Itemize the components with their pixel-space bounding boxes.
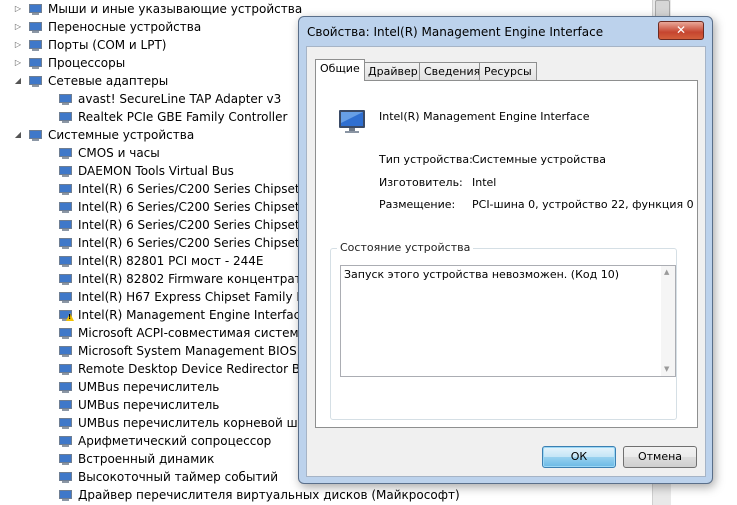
device-icon [59,328,72,339]
tree-item-label: Порты (COM и LPT) [48,38,167,52]
device-icon [59,436,72,447]
device-icon [59,346,72,357]
tab-general[interactable]: Общие [315,59,365,81]
field-manufacturer-label: Изготовитель: [379,176,463,189]
tab-resources[interactable]: Ресурсы [479,62,537,81]
device-name: Intel(R) Management Engine Interface [379,110,590,123]
device-icon [59,166,72,177]
tree-item-label: Переносные устройства [48,20,202,34]
device-status-textbox[interactable]: Запуск этого устройства невозможен. (Код… [340,265,676,377]
device-icon [59,202,72,213]
tree-item-label: UMBus перечислитель [78,398,220,412]
device-icon [59,400,72,411]
device-status-title: Состояние устройства [337,241,474,254]
device-status-text: Запуск этого устройства невозможен. (Код… [344,268,619,281]
device-icon [59,238,72,249]
expand-arrow-icon[interactable]: ▷ [14,40,22,49]
tree-item-label: Microsoft ACPI-совместимая система [78,326,306,340]
tree-item-label: Встроенный динамик [78,452,215,466]
collapse-arrow-icon[interactable]: ◢ [14,130,22,139]
tree-item-label: UMBus перечислитель корневой шины [78,416,323,430]
device-icon [59,418,72,429]
tree-item-label: Процессоры [48,56,126,70]
tree-item-label: DAEMON Tools Virtual Bus [78,164,234,178]
device-icon [59,220,72,231]
dialog-title: Свойства: Intel(R) Management Engine Int… [307,25,604,39]
expand-arrow-icon[interactable]: ▷ [14,22,22,31]
dialog-titlebar[interactable]: Свойства: Intel(R) Management Engine Int… [299,17,712,47]
tree-item-label: Мыши и иные указывающие устройства [48,2,303,16]
collapse-arrow-icon[interactable]: ◢ [14,76,22,85]
category-icon [29,58,42,69]
monitor-icon [339,110,365,133]
device-icon [59,274,72,285]
tree-item-label: Intel(R) 82801 PCI мост - 244E [78,254,264,268]
device-icon [59,148,72,159]
device-icon [59,292,72,303]
properties-dialog: Свойства: Intel(R) Management Engine Int… [298,16,713,484]
tree-item-label: Intel(R) Management Engine Interface [78,308,308,322]
cancel-button[interactable]: Отмена [623,446,697,468]
scroll-down-icon[interactable]: ▼ [664,365,669,373]
category-icon [29,40,42,51]
field-type-label: Тип устройства: [379,153,473,166]
dialog-client: Общие Драйвер Сведения Ресурсы Intel(R) … [306,46,706,477]
device-icon [59,454,72,465]
device-icon [59,184,72,195]
status-scrollbar[interactable]: ▲ ▼ [661,266,675,376]
tab-details[interactable]: Сведения [419,62,486,81]
device-icon [59,112,72,123]
device-icon [59,472,72,483]
field-location-label: Размещение: [379,198,456,211]
tree-item-label: Intel(R) 82802 Firmware концентратор [78,272,317,286]
tree-item-label: UMBus перечислитель [78,380,220,394]
category-icon [29,76,42,87]
category-icon [29,22,42,33]
tree-item-label: Remote Desktop Device Redirector Bus [78,362,314,376]
field-manufacturer-value: Intel [472,176,497,189]
tree-item-label: avast! SecureLine TAP Adapter v3 [78,92,282,106]
tree-item-label: Высокоточный таймер событий [78,470,279,484]
tree-item-label: Системные устройства [48,128,195,142]
tree-item-label: Realtek PCIe GBE Family Controller [78,110,288,124]
warning-icon [66,313,74,321]
category-icon [29,130,42,141]
device-icon [59,490,72,501]
tab-page-general: Intel(R) Management Engine Interface Тип… [315,80,698,428]
scroll-up-icon[interactable]: ▲ [664,268,669,276]
tree-item-label: Сетевые адаптеры [48,74,169,88]
device-status-group: Состояние устройства Запуск этого устрой… [330,241,677,420]
close-button[interactable]: ✕ [658,21,704,40]
tree-item-label: Арифметический сопроцессор [78,434,272,448]
field-type-value: Системные устройства [472,153,606,166]
category-icon [29,4,42,15]
tree-item-label: Драйвер перечислителя виртуальных дисков… [78,488,460,502]
expand-arrow-icon[interactable]: ▷ [14,58,22,67]
device-icon [59,364,72,375]
device-icon [59,256,72,267]
device-icon [59,94,72,105]
tree-item-label: CMOS и часы [78,146,160,160]
tab-driver[interactable]: Драйвер [363,62,423,81]
field-location-value: PCI-шина 0, устройство 22, функция 0 [472,198,694,211]
expand-arrow-icon[interactable]: ▷ [14,4,22,13]
device-icon [59,382,72,393]
ok-button[interactable]: ОК [542,446,616,468]
